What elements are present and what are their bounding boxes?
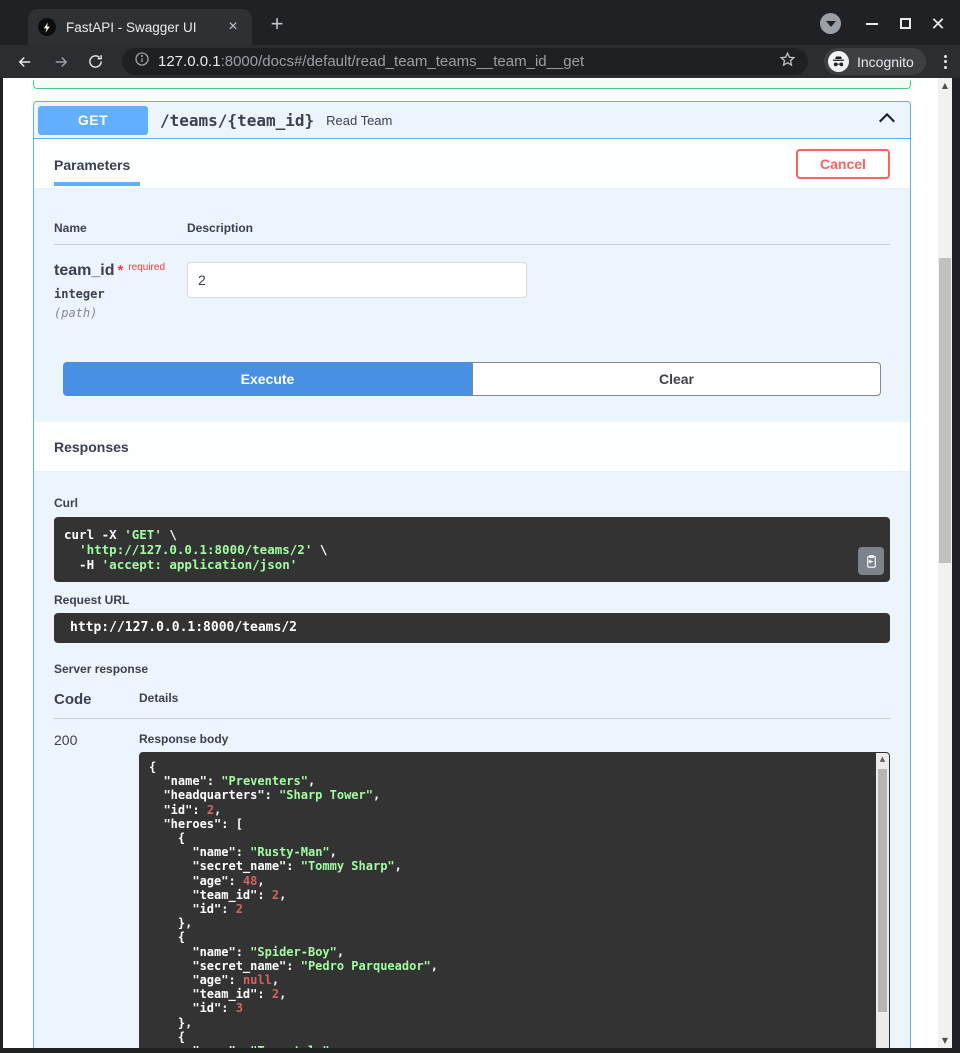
status-code: 200 [54,732,139,1048]
reload-icon[interactable] [84,51,106,73]
response-row: 200 Response body { "name": "Preventers"… [54,732,890,1048]
response-body-scrollbar[interactable]: ▲ [876,753,889,1048]
required-label: required [128,262,165,273]
bookmark-star-icon[interactable] [779,51,796,73]
column-code: Code [54,691,139,708]
responses-body: Curl curl -X 'GET' \ 'http://127.0.0.1:8… [34,472,910,1048]
responses-title: Responses [54,439,129,455]
column-name: Name [54,221,187,235]
tab-parameters[interactable]: Parameters [54,142,140,186]
request-url-value: http://127.0.0.1:8000/teams/2 [54,613,890,643]
curl-command: curl -X 'GET' \ 'http://127.0.0.1:8000/t… [54,517,890,582]
scroll-up-icon[interactable]: ▲ [876,755,889,763]
execute-button[interactable]: Execute [63,362,472,396]
url-host: 127.0.0.1 [158,53,221,70]
tab-strip: FastAPI - Swagger UI × + ✕ [0,0,960,45]
menu-icon[interactable] [937,55,955,69]
url-bar[interactable]: 127.0.0.1:8000/docs#/default/read_team_t… [122,48,808,75]
incognito-label: Incognito [857,54,914,70]
url-text: 127.0.0.1:8000/docs#/default/read_team_t… [158,53,779,70]
minimize-button[interactable] [862,14,882,34]
parameter-type: integer [54,287,187,301]
curl-label: Curl [54,496,890,510]
incognito-badge: Incognito [824,48,926,75]
parameters-table: Name Description team_id* required intege… [34,189,910,320]
response-body-label: Response body [139,732,890,746]
response-body: { "name": "Preventers", "headquarters": … [139,752,890,1048]
scroll-up-icon[interactable]: ▲ [938,81,952,90]
team-id-input[interactable] [187,262,527,298]
parameter-meta: team_id* required integer (path) [54,262,187,320]
swagger-page: GET /teams/{team_id} Read Team Parameter… [3,78,952,1048]
page-content: GET /teams/{team_id} Read Team Parameter… [3,78,938,1048]
close-button[interactable]: ✕ [928,14,948,34]
column-details: Details [139,691,178,708]
column-description: Description [187,221,253,235]
request-url-label: Request URL [54,593,890,607]
execute-wrapper: Execute Clear [34,320,910,422]
back-icon[interactable] [14,51,36,73]
browser-update-icon[interactable] [820,13,841,34]
fastapi-favicon-icon [38,18,56,36]
http-method-badge: GET [38,106,148,135]
copy-to-clipboard-icon[interactable] [858,547,884,575]
server-response-label: Server response [54,662,890,676]
page-info-icon[interactable] [134,51,150,72]
maximize-button[interactable] [895,14,915,34]
endpoint-path: /teams/{team_id} [160,111,314,130]
window-frame-edge [0,1048,960,1053]
parameters-header: Parameters Cancel [34,139,910,189]
parameter-location: (path) [54,306,187,320]
tab-title: FastAPI - Swagger UI [66,20,224,35]
endpoint-summary[interactable]: GET /teams/{team_id} Read Team [34,102,910,139]
new-tab-button[interactable]: + [264,13,290,35]
forward-icon[interactable] [50,51,72,73]
endpoint-summary-text: Read Team [326,113,392,128]
cancel-button[interactable]: Cancel [796,149,890,179]
scrollbar-thumb[interactable] [878,769,887,1012]
browser-chrome: FastAPI - Swagger UI × + ✕ 127.0.0.1:800… [0,0,960,78]
clear-button[interactable]: Clear [472,362,881,396]
browser-toolbar: 127.0.0.1:8000/docs#/default/read_team_t… [0,45,960,78]
parameter-value-cell [187,262,527,320]
responses-header: Responses [34,422,910,472]
window-controls: ✕ [820,13,948,34]
get-endpoint-block: GET /teams/{team_id} Read Team Parameter… [33,101,911,1048]
url-path: :8000/docs#/default/read_team_teams__tea… [221,53,585,70]
previous-endpoint-remnant [33,80,911,89]
tab-close-icon[interactable]: × [224,18,242,36]
response-table-head: Code Details [54,691,890,719]
parameter-row: team_id* required integer (path) [54,245,890,320]
parameter-name: team_id [54,262,114,279]
page-scrollbar[interactable]: ▲ ▼ [938,78,952,1048]
collapse-chevron-icon[interactable] [878,111,896,129]
response-details: Response body { "name": "Preventers", "h… [139,732,890,1048]
scrollbar-thumb[interactable] [939,258,951,563]
parameters-table-head: Name Description [54,221,890,245]
incognito-icon [828,51,849,72]
required-star: * [117,262,123,279]
browser-tab[interactable]: FastAPI - Swagger UI × [28,9,252,45]
scroll-down-icon[interactable]: ▼ [938,1036,952,1045]
